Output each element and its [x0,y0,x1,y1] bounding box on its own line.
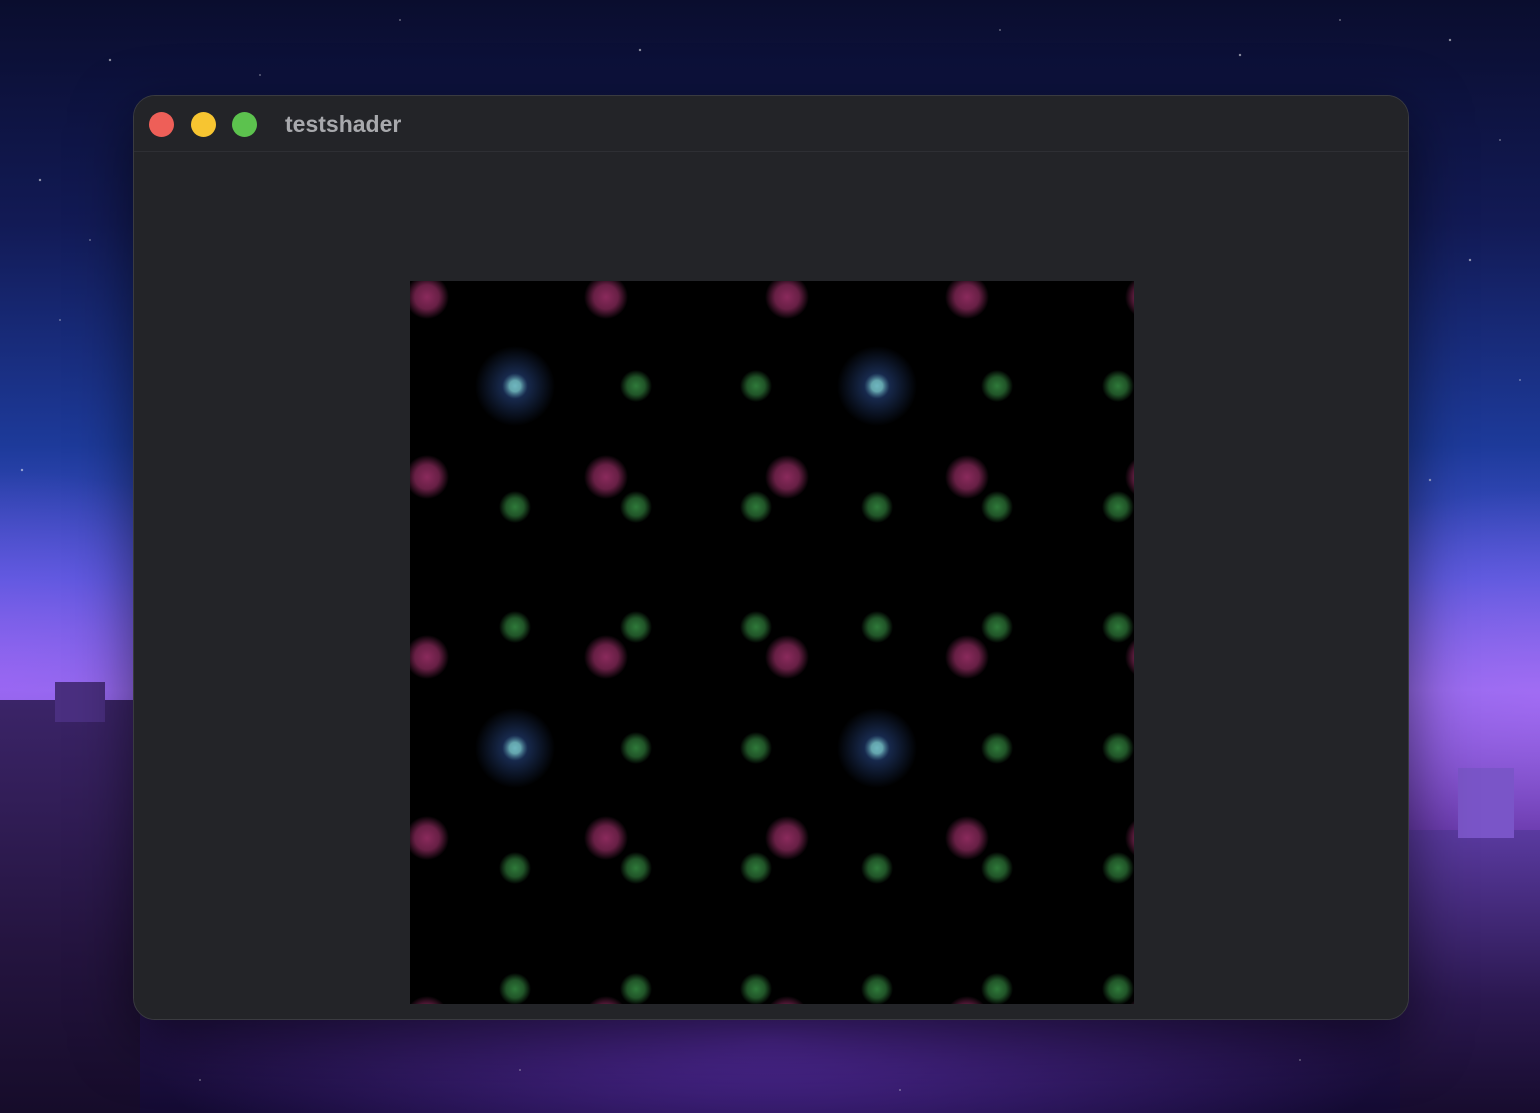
window-titlebar[interactable]: testshader [134,96,1408,152]
minimize-window-button[interactable] [191,112,216,137]
green-dot [620,370,652,402]
green-dot [981,852,1013,884]
green-dot [861,491,893,523]
green-dot [981,491,1013,523]
wallpaper-building [1458,768,1514,838]
green-dot [740,491,772,523]
green-dot [981,611,1013,643]
wallpaper-city-right [1400,768,1540,1113]
blue-glow-dot [475,346,555,426]
magenta-dot [584,635,628,679]
green-dot [740,611,772,643]
magenta-dot [945,455,989,499]
magenta-dot [584,816,628,860]
green-dot [740,370,772,402]
green-dot [861,973,893,1004]
green-dot [499,491,531,523]
green-dot [981,732,1013,764]
close-window-button[interactable] [149,112,174,137]
green-dot [499,611,531,643]
app-window: testshader [133,95,1409,1020]
zoom-window-button[interactable] [232,112,257,137]
wallpaper-city-left [0,682,140,1113]
shader-render [410,281,1134,1004]
window-content [134,152,1408,1019]
green-dot [620,973,652,1004]
magenta-dot [945,635,989,679]
wallpaper-building [55,682,105,722]
green-dot [499,852,531,884]
green-dot [861,611,893,643]
green-dot [1102,491,1134,523]
green-dot [620,852,652,884]
green-dot [1102,973,1134,1004]
green-dot [1102,732,1134,764]
green-dot [981,370,1013,402]
shader-canvas[interactable] [410,281,1134,1004]
green-dot [620,491,652,523]
green-dot [499,973,531,1004]
magenta-dot [584,455,628,499]
green-dot [981,973,1013,1004]
magenta-dot [765,455,809,499]
magenta-dot [945,816,989,860]
green-dot [1102,852,1134,884]
window-title: testshader [285,111,402,137]
green-dot [1102,370,1134,402]
blue-glow-dot [837,708,917,788]
green-dot [1102,611,1134,643]
green-dot [740,852,772,884]
magenta-dot [765,816,809,860]
green-dot [740,973,772,1004]
desktop-wallpaper: testshader [0,0,1540,1113]
green-dot [740,732,772,764]
green-dot [620,732,652,764]
green-dot [620,611,652,643]
blue-glow-dot [475,708,555,788]
green-dot [861,852,893,884]
blue-glow-dot [837,346,917,426]
magenta-dot [765,635,809,679]
